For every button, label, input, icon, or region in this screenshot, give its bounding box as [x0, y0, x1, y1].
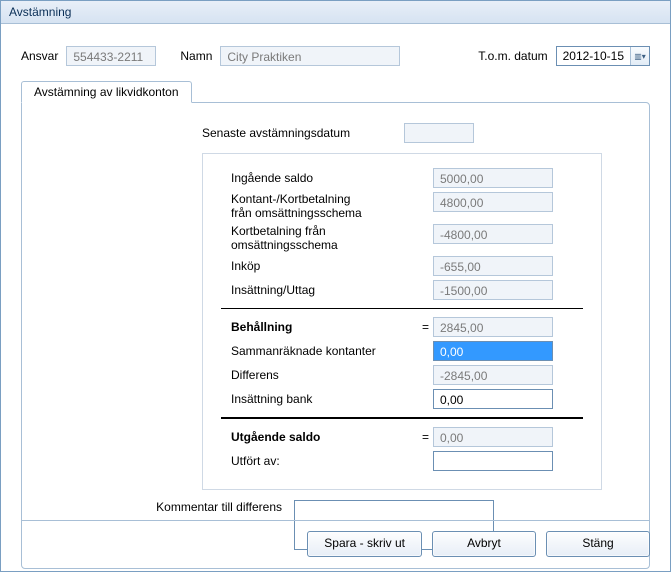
senaste-label: Senaste avstämningsdatum: [202, 126, 390, 140]
utgaende-field: 0,00: [433, 427, 553, 447]
behallning-label: Behållning: [221, 320, 419, 334]
window-title: Avstämning: [9, 5, 71, 19]
ingaende-label: Ingående saldo: [221, 171, 419, 185]
ansvar-field: 554433-2211: [66, 46, 156, 66]
calendar-icon[interactable]: ▥▾: [630, 47, 649, 65]
senaste-field: [404, 123, 474, 143]
differens-label: Differens: [221, 368, 419, 382]
reconciliation-window: Avstämning Ansvar 554433-2211 Namn City …: [0, 0, 671, 572]
tom-datum-picker[interactable]: 2012-10-15 ▥▾: [556, 46, 650, 66]
comment-label: Kommentar till differens: [102, 500, 294, 514]
behallning-field: 2845,00: [433, 317, 553, 337]
bank-label: Insättning bank: [221, 392, 419, 406]
samman-label: Sammanräknade kontanter: [221, 344, 419, 358]
namn-label: Namn: [180, 49, 212, 63]
cancel-button[interactable]: Avbryt: [432, 531, 536, 557]
kortbet-label: Kortbetalning från omsättningsschema: [221, 224, 419, 252]
window-content: Ansvar 554433-2211 Namn City Praktiken T…: [1, 24, 670, 569]
utfort-field[interactable]: [433, 451, 553, 471]
inkop-field: -655,00: [433, 256, 553, 276]
tom-datum-value: 2012-10-15: [557, 47, 630, 65]
differens-field: -2845,00: [433, 365, 553, 385]
namn-field: City Praktiken: [220, 46, 400, 66]
window-titlebar: Avstämning: [1, 1, 670, 24]
tabstrip: Avstämning av likvidkonton Senaste avstä…: [21, 80, 650, 569]
tab-panel: Senaste avstämningsdatum Ingående saldo …: [21, 102, 650, 569]
utgaende-label: Utgående saldo: [221, 430, 419, 444]
inkop-label: Inköp: [221, 259, 419, 273]
equals-sign: =: [419, 320, 433, 334]
balance-group: Ingående saldo 5000,00 Kontant-/Kortbeta…: [202, 153, 602, 490]
header-row: Ansvar 554433-2211 Namn City Praktiken T…: [21, 46, 650, 66]
kortbet-field: -4800,00: [433, 224, 553, 244]
kontant-field: 4800,00: [433, 192, 553, 212]
close-button[interactable]: Stäng: [546, 531, 650, 557]
tab-likvidkonton[interactable]: Avstämning av likvidkonton: [21, 81, 192, 103]
kontant-label: Kontant-/Kortbetalning från omsättningss…: [221, 192, 419, 220]
insut-field: -1500,00: [433, 280, 553, 300]
save-print-button[interactable]: Spara - skriv ut: [307, 531, 422, 557]
samman-field[interactable]: 0,00: [433, 341, 553, 361]
equals-sign-2: =: [419, 430, 433, 444]
tom-datum-label: T.o.m. datum: [478, 49, 547, 63]
bank-field[interactable]: 0,00: [433, 389, 553, 409]
ansvar-label: Ansvar: [21, 49, 58, 63]
footer: Spara - skriv ut Avbryt Stäng: [21, 520, 650, 557]
utfort-label: Utfört av:: [221, 454, 419, 468]
ingaende-field: 5000,00: [433, 168, 553, 188]
insut-label: Insättning/Uttag: [221, 283, 419, 297]
